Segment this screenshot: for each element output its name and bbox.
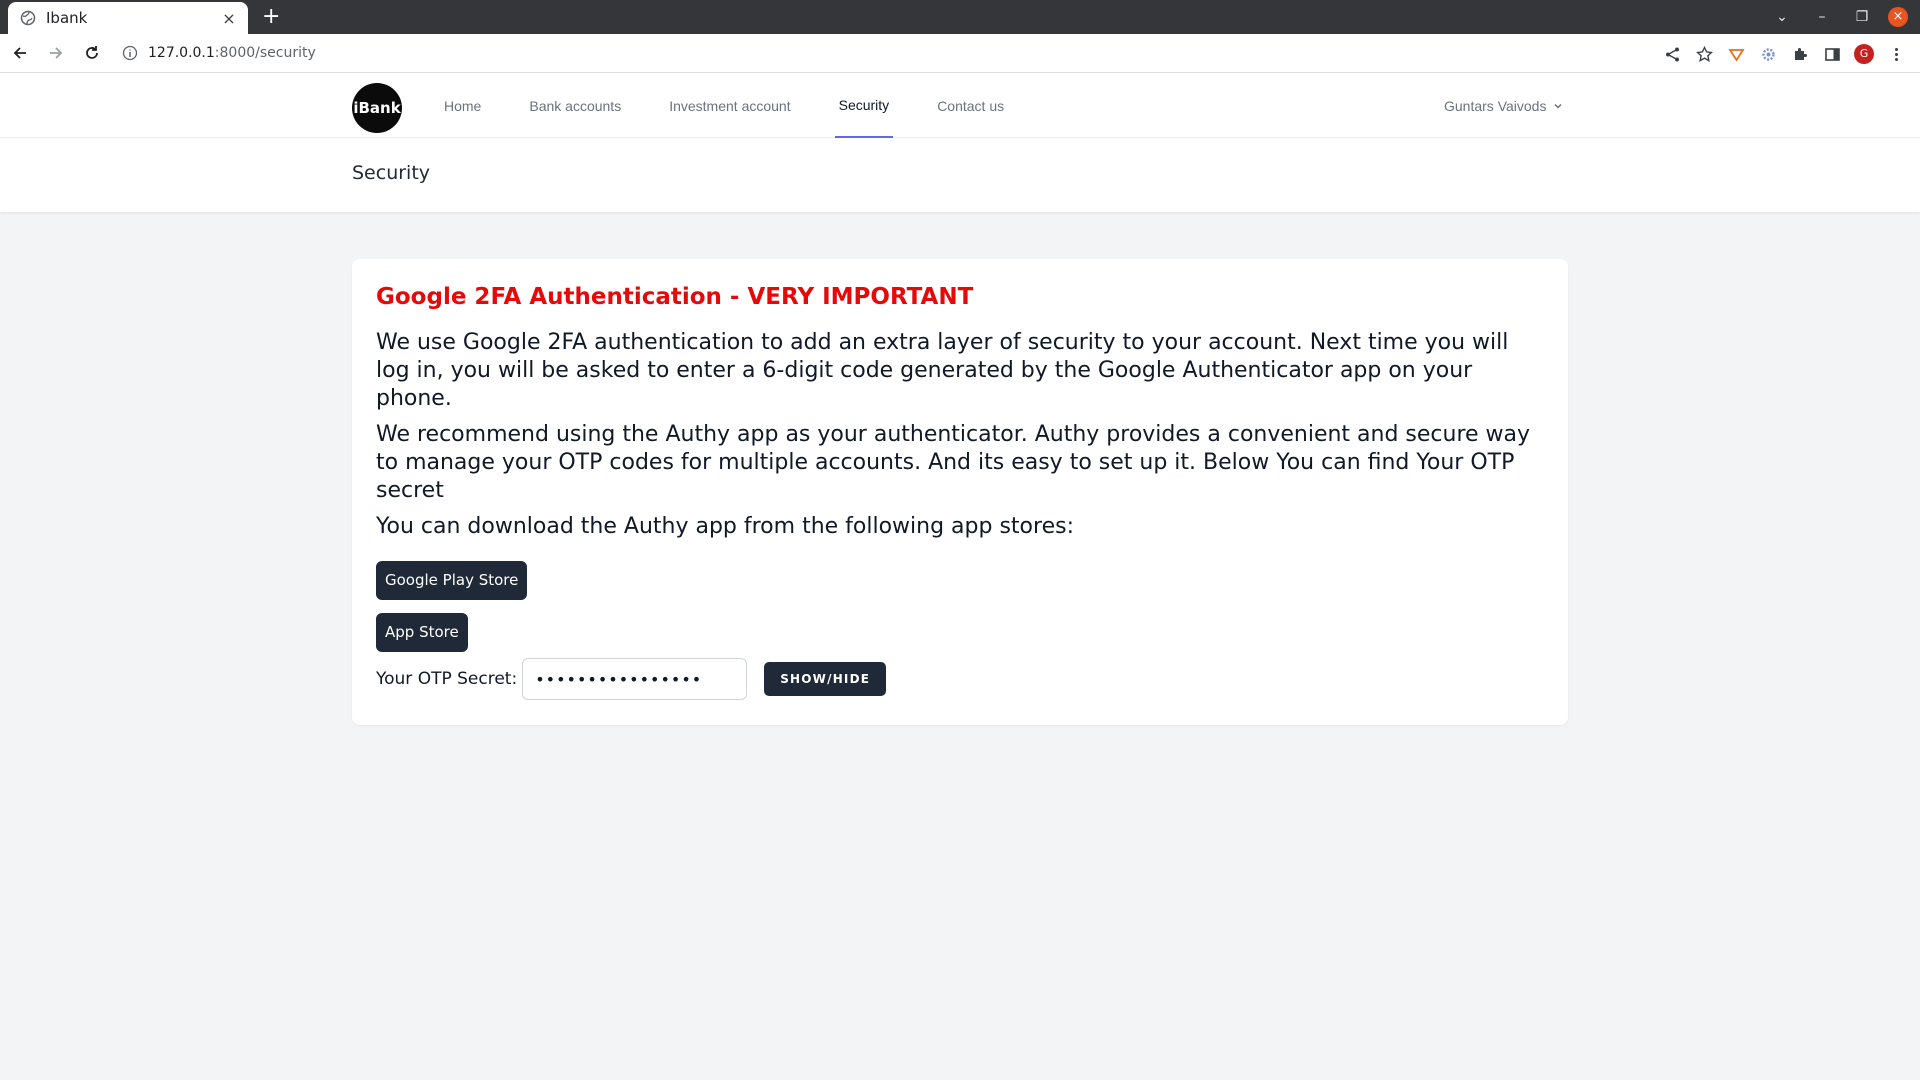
new-tab-button[interactable]: + bbox=[262, 5, 280, 29]
profile-avatar[interactable]: G bbox=[1848, 38, 1880, 70]
2fa-heading: Google 2FA Authentication - VERY IMPORTA… bbox=[376, 284, 974, 310]
security-card: Google 2FA Authentication - VERY IMPORTA… bbox=[352, 259, 1568, 725]
globe-icon bbox=[20, 10, 36, 26]
ibank-logo[interactable]: iBank bbox=[352, 83, 402, 133]
tab-title: Ibank bbox=[46, 9, 88, 27]
bookmark-star-icon[interactable] bbox=[1688, 38, 1720, 70]
nav-links: Home Bank accounts Investment account Se… bbox=[440, 73, 1048, 138]
side-panel-icon[interactable] bbox=[1816, 38, 1848, 70]
user-name: Guntars Vaivods bbox=[1444, 97, 1547, 114]
kebab-menu-icon[interactable] bbox=[1880, 38, 1912, 70]
url-text: 127.0.0.1:8000/security bbox=[148, 45, 316, 61]
browser-tab-strip: Ibank × + ⌄ – ❐ × bbox=[0, 0, 1920, 34]
nav-link-bank-accounts[interactable]: Bank accounts bbox=[525, 73, 625, 138]
share-icon[interactable] bbox=[1656, 38, 1688, 70]
tab-close-icon[interactable]: × bbox=[220, 9, 238, 28]
nav-link-investment-account[interactable]: Investment account bbox=[665, 73, 794, 138]
tab-search-icon[interactable]: ⌄ bbox=[1762, 9, 1802, 25]
site-info-icon[interactable] bbox=[122, 45, 138, 61]
nav-link-home[interactable]: Home bbox=[440, 73, 485, 138]
window-controls: ⌄ – ❐ × bbox=[1762, 0, 1920, 34]
app-navbar: iBank Home Bank accounts Investment acco… bbox=[0, 73, 1920, 138]
extension-gear-icon[interactable] bbox=[1752, 38, 1784, 70]
google-play-store-button[interactable]: Google Play Store bbox=[376, 561, 528, 600]
nav-link-contact-us[interactable]: Contact us bbox=[933, 73, 1008, 138]
authy-paragraph: We recommend using the Authy app as your… bbox=[376, 422, 1531, 503]
toolbar-actions: G bbox=[1656, 38, 1912, 70]
google-play-wrapper: Google Play Store bbox=[376, 549, 1544, 600]
browser-tab[interactable]: Ibank × bbox=[8, 2, 248, 34]
extension-shield-icon[interactable] bbox=[1720, 38, 1752, 70]
close-window-button[interactable]: × bbox=[1888, 7, 1908, 27]
url-path: :8000/security bbox=[214, 45, 316, 61]
app-store-button[interactable]: App Store bbox=[376, 613, 468, 652]
forward-arrow-icon[interactable] bbox=[40, 37, 72, 69]
chevron-down-icon bbox=[1554, 103, 1562, 109]
nav-link-security[interactable]: Security bbox=[834, 73, 894, 138]
app-store-wrapper: App Store bbox=[376, 600, 1544, 652]
restore-button[interactable]: ❐ bbox=[1842, 9, 1882, 25]
profile-initial: G bbox=[1854, 44, 1874, 64]
otp-secret-row: Your OTP Secret: SHOW/HIDE bbox=[376, 658, 887, 700]
back-arrow-icon[interactable] bbox=[4, 37, 36, 69]
intro-paragraph: We use Google 2FA authentication to add … bbox=[376, 330, 1509, 411]
user-menu[interactable]: Guntars Vaivods bbox=[1444, 73, 1564, 138]
page-header: Security bbox=[0, 138, 1920, 212]
otp-secret-input[interactable] bbox=[522, 658, 748, 700]
url-host: 127.0.0.1 bbox=[148, 45, 215, 61]
minimize-button[interactable]: – bbox=[1802, 9, 1842, 25]
show-hide-button[interactable]: SHOW/HIDE bbox=[764, 662, 887, 696]
browser-toolbar: 127.0.0.1:8000/security G bbox=[0, 34, 1920, 73]
page-title: Security bbox=[352, 162, 431, 184]
address-bar[interactable]: 127.0.0.1:8000/security bbox=[122, 38, 316, 68]
reload-icon[interactable] bbox=[76, 37, 108, 69]
otp-secret-label: Your OTP Secret: bbox=[376, 669, 518, 689]
download-paragraph: You can download the Authy app from the … bbox=[376, 514, 1074, 539]
extensions-puzzle-icon[interactable] bbox=[1784, 38, 1816, 70]
